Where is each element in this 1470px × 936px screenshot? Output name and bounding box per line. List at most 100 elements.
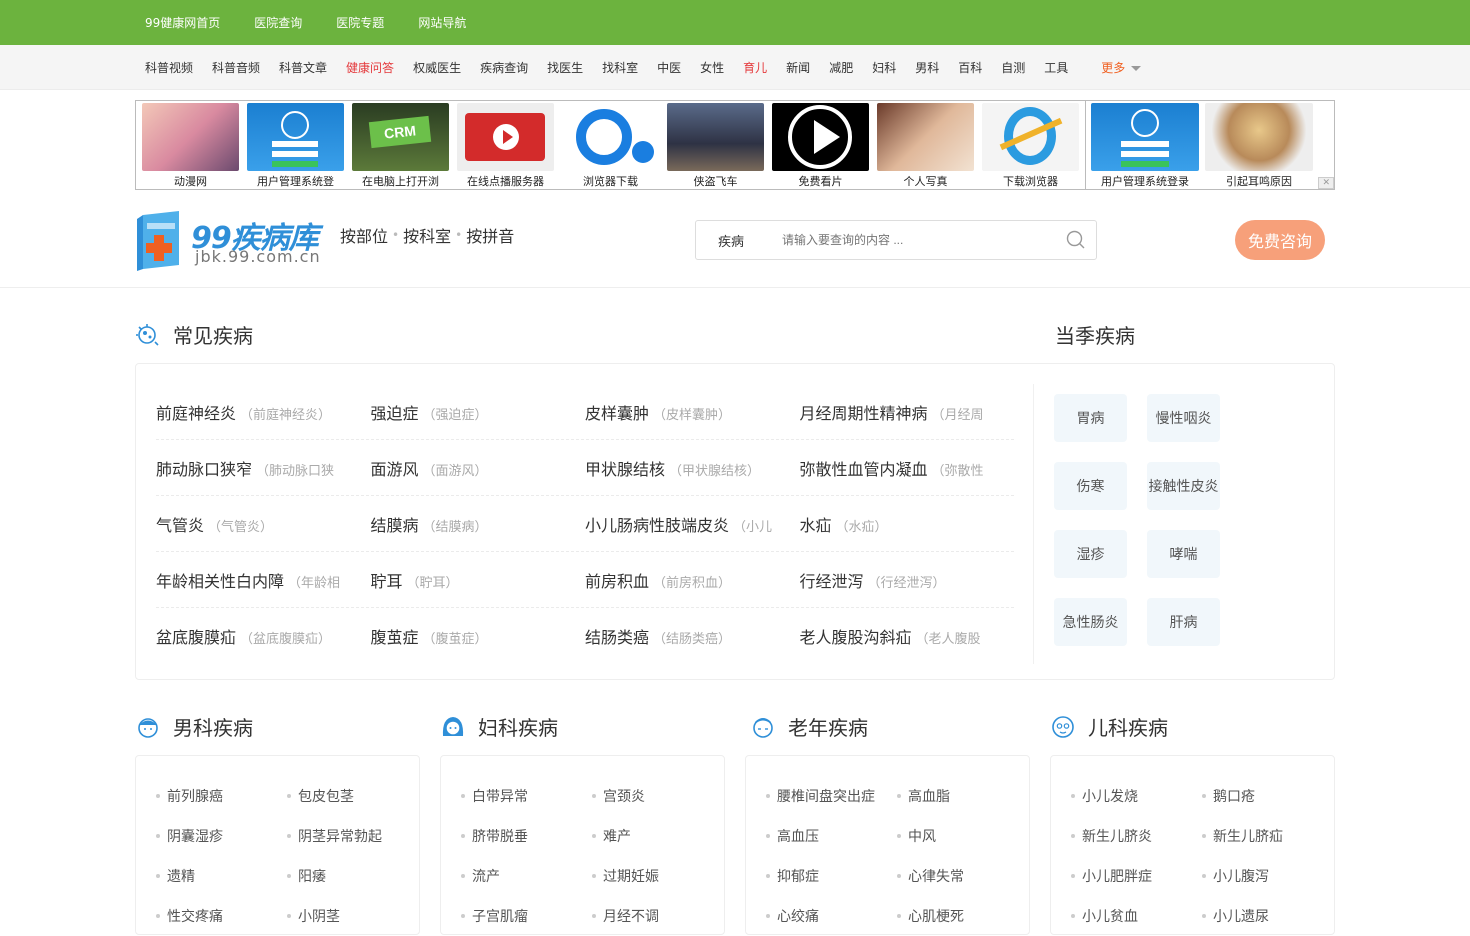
catnav-item[interactable]: 中医 xyxy=(657,59,681,76)
disease-link[interactable]: 弥散性血管内凝血 （弥散性 xyxy=(800,456,1015,480)
seasonal-disease-tag[interactable]: 伤寒 xyxy=(1054,462,1127,510)
catnav-item[interactable]: 科普音频 xyxy=(212,59,260,76)
seasonal-disease-tag[interactable]: 急性肠炎 xyxy=(1054,598,1127,646)
disease-link[interactable]: 老人腹股沟斜疝 （老人腹股 xyxy=(800,624,1015,648)
category-disease-link[interactable]: 流产 xyxy=(461,856,592,896)
nav-home-link[interactable]: 99健康网首页 xyxy=(145,14,220,31)
browse-by-part-link[interactable]: 按部位 xyxy=(340,223,388,247)
disease-link[interactable]: 聍耳 （聍耳） xyxy=(371,568,586,592)
category-disease-link[interactable]: 小儿腹泻 xyxy=(1202,856,1333,896)
catnav-item[interactable]: 女性 xyxy=(700,59,724,76)
category-disease-link[interactable]: 中风 xyxy=(897,816,1028,856)
category-disease-link[interactable]: 宫颈炎 xyxy=(592,776,723,816)
nav-site-map-link[interactable]: 网站导航 xyxy=(418,14,466,31)
disease-link[interactable]: 腹茧症 （腹茧症） xyxy=(371,624,586,648)
seasonal-disease-tag[interactable]: 湿疹 xyxy=(1054,530,1127,578)
ad-item[interactable]: 浏览器下载 xyxy=(560,103,661,189)
disease-link[interactable]: 气管炎 （气管炎） xyxy=(156,512,371,536)
nav-hospital-query-link[interactable]: 医院查询 xyxy=(254,14,302,31)
catnav-item[interactable]: 新闻 xyxy=(786,59,810,76)
disease-link[interactable]: 水疝 （水疝） xyxy=(800,512,1015,536)
catnav-item[interactable]: 男科 xyxy=(915,59,939,76)
category-disease-link[interactable]: 过期妊娠 xyxy=(592,856,723,896)
ad-item[interactable]: 下载浏览器 xyxy=(980,103,1081,189)
site-logo[interactable]: 99疾病库 jbk.99.com.cn xyxy=(135,207,325,275)
ad-item[interactable]: CRM 在电脑上打开浏 xyxy=(350,103,451,189)
disease-link[interactable]: 前房积血 （前房积血） xyxy=(585,568,800,592)
catnav-item[interactable]: 疾病查询 xyxy=(480,59,528,76)
browse-by-pinyin-link[interactable]: 按拼音 xyxy=(466,223,514,247)
seasonal-disease-tag[interactable]: 接触性皮炎 xyxy=(1147,462,1220,510)
seasonal-disease-tag[interactable]: 哮喘 xyxy=(1147,530,1220,578)
disease-link[interactable]: 面游风 （面游风） xyxy=(371,456,586,480)
category-disease-link[interactable]: 腰椎间盘突出症 xyxy=(766,776,897,816)
disease-link[interactable]: 强迫症 （强迫症） xyxy=(371,400,586,424)
category-disease-link[interactable]: 包皮包茎 xyxy=(287,776,418,816)
chevron-down-icon[interactable] xyxy=(1131,66,1142,71)
disease-link[interactable]: 肺动脉口狭窄 （肺动脉口狭 xyxy=(156,456,371,480)
catnav-item[interactable]: 科普视频 xyxy=(145,59,193,76)
disease-link[interactable]: 行经泄泻 （行经泄泻） xyxy=(800,568,1015,592)
category-disease-link[interactable]: 小儿贫血 xyxy=(1071,896,1202,936)
search-type-select[interactable]: 疾病 xyxy=(696,231,766,250)
category-disease-link[interactable]: 脐带脱垂 xyxy=(461,816,592,856)
catnav-item[interactable]: 百科 xyxy=(958,59,982,76)
seasonal-disease-tag[interactable]: 肝病 xyxy=(1147,598,1220,646)
category-disease-link[interactable]: 心绞痛 xyxy=(766,896,897,936)
catnav-item[interactable]: 找科室 xyxy=(602,59,638,76)
category-disease-link[interactable]: 新生儿脐疝 xyxy=(1202,816,1333,856)
category-disease-link[interactable]: 新生儿脐炎 xyxy=(1071,816,1202,856)
search-icon[interactable] xyxy=(1056,221,1096,259)
category-disease-link[interactable]: 难产 xyxy=(592,816,723,856)
catnav-item[interactable]: 权威医生 xyxy=(413,59,461,76)
ad-item[interactable]: 引起耳鸣原因 xyxy=(1204,103,1314,189)
catnav-item[interactable]: 找医生 xyxy=(547,59,583,76)
category-disease-link[interactable]: 高血压 xyxy=(766,816,897,856)
browse-by-dept-link[interactable]: 按科室 xyxy=(403,223,451,247)
disease-link[interactable]: 年龄相关性白内障 （年龄相 xyxy=(156,568,371,592)
category-disease-link[interactable]: 前列腺癌 xyxy=(156,776,287,816)
seasonal-disease-tag[interactable]: 慢性咽炎 xyxy=(1147,394,1220,442)
category-disease-link[interactable]: 阳痿 xyxy=(287,856,418,896)
catnav-item[interactable]: 妇科 xyxy=(872,59,896,76)
catnav-item-health-qa[interactable]: 健康问答 xyxy=(346,59,394,76)
disease-link[interactable]: 小儿肠病性肢端皮炎 （小儿 xyxy=(585,512,800,536)
category-disease-link[interactable]: 子宫肌瘤 xyxy=(461,896,592,936)
ad-item[interactable]: 侠盗飞车 xyxy=(665,103,766,189)
category-disease-link[interactable]: 高血脂 xyxy=(897,776,1028,816)
disease-link[interactable]: 盆底腹膜疝 （盆底腹膜疝） xyxy=(156,624,371,648)
category-disease-link[interactable]: 阴茎异常勃起 xyxy=(287,816,418,856)
category-disease-link[interactable]: 小儿遗尿 xyxy=(1202,896,1333,936)
ad-item[interactable]: 用户管理系统登 xyxy=(245,103,346,189)
category-disease-link[interactable]: 小阴茎 xyxy=(287,896,418,936)
disease-link[interactable]: 结膜病 （结膜病） xyxy=(371,512,586,536)
catnav-item-parenting[interactable]: 育儿 xyxy=(743,59,767,76)
category-disease-link[interactable]: 月经不调 xyxy=(592,896,723,936)
ad-item[interactable]: 用户管理系统登录 xyxy=(1090,103,1200,189)
ad-item[interactable]: 动漫网 xyxy=(140,103,241,189)
category-disease-link[interactable]: 鹅口疮 xyxy=(1202,776,1333,816)
category-disease-link[interactable]: 遗精 xyxy=(156,856,287,896)
disease-link[interactable]: 甲状腺结核 （甲状腺结核） xyxy=(585,456,800,480)
category-disease-link[interactable]: 阴囊湿疹 xyxy=(156,816,287,856)
disease-link[interactable]: 月经周期性精神病 （月经周 xyxy=(800,400,1015,424)
search-input[interactable] xyxy=(766,233,1056,247)
catnav-item[interactable]: 减肥 xyxy=(829,59,853,76)
nav-hospital-topic-link[interactable]: 医院专题 xyxy=(336,14,384,31)
disease-link[interactable]: 前庭神经炎 （前庭神经炎） xyxy=(156,400,371,424)
ad-item[interactable]: 免费看片 xyxy=(770,103,871,189)
ad-item[interactable]: 个人写真 xyxy=(875,103,976,189)
category-disease-link[interactable]: 抑郁症 xyxy=(766,856,897,896)
disease-link[interactable]: 结肠类癌 （结肠类癌） xyxy=(585,624,800,648)
catnav-more-link[interactable]: 更多 xyxy=(1101,59,1125,76)
catnav-item[interactable]: 科普文章 xyxy=(279,59,327,76)
category-disease-link[interactable]: 性交疼痛 xyxy=(156,896,287,936)
category-disease-link[interactable]: 白带异常 xyxy=(461,776,592,816)
category-disease-link[interactable]: 小儿发烧 xyxy=(1071,776,1202,816)
catnav-item[interactable]: 自测 xyxy=(1001,59,1025,76)
category-disease-link[interactable]: 小儿肥胖症 xyxy=(1071,856,1202,896)
catnav-item[interactable]: 工具 xyxy=(1044,59,1068,76)
category-disease-link[interactable]: 心律失常 xyxy=(897,856,1028,896)
ad-item[interactable]: 在线点播服务器 xyxy=(455,103,556,189)
ad-close-icon[interactable]: ✕ xyxy=(1318,177,1334,189)
